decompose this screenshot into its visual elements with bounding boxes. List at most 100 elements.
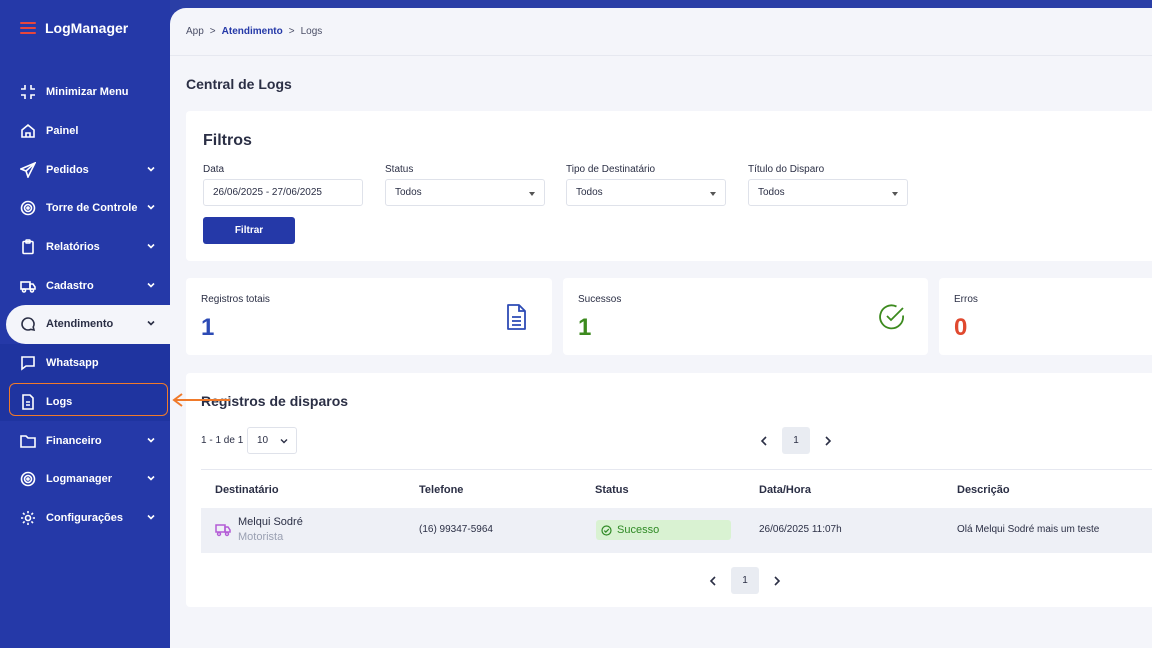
check-circle-icon — [601, 524, 612, 536]
sidebar-nav: Minimizar Menu Painel Pedidos Torre de C… — [0, 73, 170, 537]
recipient-type-select[interactable]: Todos — [566, 179, 726, 206]
caret-down-icon — [710, 192, 716, 196]
dispatch-title-filter: Título do Disparo Todos — [748, 164, 908, 206]
page-title: Central de Logs — [186, 76, 292, 92]
recipient-type-select-value: Todos — [576, 187, 603, 198]
minimize-icon — [20, 84, 36, 100]
prev-page-button[interactable] — [701, 567, 725, 594]
chevron-down-icon — [147, 202, 155, 211]
table-header: Destinatário Telefone Status Data/Hora D… — [201, 469, 1152, 507]
page-number-button[interactable]: 1 — [782, 427, 810, 454]
stat-card-total: Registros totais 1 — [186, 278, 552, 355]
dispatch-title-filter-label: Título do Disparo — [748, 164, 825, 175]
file-text-icon — [507, 304, 526, 330]
pagination-top: 1 — [752, 427, 840, 454]
home-icon — [20, 123, 36, 139]
sidebar-item-configuracoes[interactable]: Configurações — [0, 499, 170, 538]
truck-icon — [20, 278, 36, 294]
main-content: App > Atendimento > Logs Central de Logs… — [170, 8, 1152, 648]
breadcrumb-separator: > — [288, 26, 295, 37]
sidebar-item-pedidos[interactable]: Pedidos — [0, 150, 170, 189]
sidebar-item-label: Painel — [46, 125, 79, 138]
sidebar-item-label: Whatsapp — [46, 357, 99, 370]
stat-value: 1 — [578, 314, 592, 341]
sidebar-item-relatorios[interactable]: Relatórios — [0, 228, 170, 267]
sidebar-item-torre-de-controle[interactable]: Torre de Controle — [0, 189, 170, 228]
description-cell: Olá Melqui Sodré mais um teste — [957, 524, 1100, 535]
pointer-arrow-icon — [172, 393, 230, 407]
column-header[interactable]: Status — [595, 484, 629, 496]
filter-button[interactable]: Filtrar — [203, 217, 295, 244]
chevron-right-icon — [774, 575, 781, 586]
chevron-down-icon — [147, 164, 155, 172]
chevron-left-icon — [760, 435, 767, 446]
breadcrumb: App > Atendimento > Logs — [186, 26, 322, 37]
per-page-select[interactable]: 10 — [247, 427, 297, 454]
stat-card-errors: Erros 0 — [939, 278, 1152, 355]
stat-value: 0 — [954, 314, 968, 341]
brand[interactable]: LogManager — [20, 20, 128, 36]
column-header[interactable]: Data/Hora — [759, 484, 811, 496]
brand-name: LogManager — [45, 20, 129, 36]
table-row[interactable]: Melqui Sodré Motorista (16) 99347-5964 S… — [201, 508, 1152, 553]
header-divider — [170, 55, 1152, 56]
dispatch-title-select-value: Todos — [758, 187, 785, 198]
column-header[interactable]: Telefone — [419, 484, 463, 496]
chat-icon — [20, 316, 36, 332]
status-filter: Status Todos — [385, 164, 545, 206]
sidebar-item-logmanager[interactable]: Logmanager — [0, 460, 170, 499]
next-page-button[interactable] — [816, 427, 840, 454]
breadcrumb-app[interactable]: App — [186, 26, 204, 37]
recipient-name: Melqui Sodré — [238, 516, 303, 528]
breadcrumb-logs: Logs — [300, 26, 323, 37]
sidebar-item-label: Relatórios — [46, 241, 100, 254]
pagination-bottom: 1 — [701, 567, 789, 594]
filters-title: Filtros — [203, 132, 252, 149]
datetime-cell: 26/06/2025 11:07h — [759, 524, 842, 535]
chevron-down-icon — [147, 473, 155, 481]
column-header[interactable]: Descrição — [957, 484, 1010, 496]
per-page-value: 10 — [257, 435, 269, 446]
sidebar-item-label: Logmanager — [46, 473, 113, 486]
sidebar-item-atendimento[interactable]: Atendimento — [6, 305, 170, 344]
phone-cell: (16) 99347-5964 — [419, 524, 493, 535]
recipient-type-filter-label: Tipo de Destinatário — [566, 164, 656, 175]
sidebar-item-minimizar-menu[interactable]: Minimizar Menu — [0, 73, 170, 112]
sidebar-item-painel[interactable]: Painel — [0, 112, 170, 151]
date-filter: Data 26/06/2025 - 27/06/2025 — [203, 164, 363, 206]
chevron-down-icon — [147, 512, 155, 520]
chevron-down-icon — [147, 435, 155, 443]
sidebar-item-financeiro[interactable]: Financeiro — [0, 421, 170, 460]
stat-value: 1 — [201, 314, 215, 341]
breadcrumb-atendimento[interactable]: Atendimento — [222, 26, 283, 37]
column-header[interactable]: Destinatário — [215, 484, 279, 496]
status-select[interactable]: Todos — [385, 179, 545, 206]
stat-label: Registros totais — [201, 294, 270, 305]
date-range-input[interactable]: 26/06/2025 - 27/06/2025 — [203, 179, 363, 206]
target-icon — [20, 471, 36, 487]
breadcrumb-separator: > — [209, 26, 216, 37]
next-page-button[interactable] — [765, 567, 789, 594]
message-square-icon — [20, 355, 36, 371]
prev-page-button[interactable] — [752, 427, 776, 454]
chevron-down-icon — [147, 280, 155, 288]
stat-label: Erros — [954, 294, 978, 305]
sidebar-item-label: Configurações — [46, 511, 124, 524]
gear-icon — [20, 510, 36, 526]
records-card: Registros de disparos 1 - 1 de 1 10 1 De… — [186, 373, 1152, 607]
chevron-right-icon — [825, 435, 832, 446]
logmanager-logo-icon — [20, 22, 36, 34]
sidebar-item-label: Cadastro — [46, 279, 94, 292]
chevron-down-icon — [147, 318, 155, 327]
chevron-down-icon — [147, 241, 155, 249]
sidebar-item-label: Torre de Controle — [46, 202, 138, 215]
logs-highlight-box — [9, 383, 168, 416]
recipient-type-filter: Tipo de Destinatário Todos — [566, 164, 726, 206]
dispatch-title-select[interactable]: Todos — [748, 179, 908, 206]
sidebar-item-whatsapp[interactable]: Whatsapp — [0, 343, 170, 383]
page-number-button[interactable]: 1 — [731, 567, 759, 594]
recipient-role: Motorista — [238, 531, 284, 543]
target-icon — [20, 200, 36, 216]
sidebar-item-cadastro[interactable]: Cadastro — [0, 266, 170, 305]
truck-icon — [215, 524, 231, 537]
